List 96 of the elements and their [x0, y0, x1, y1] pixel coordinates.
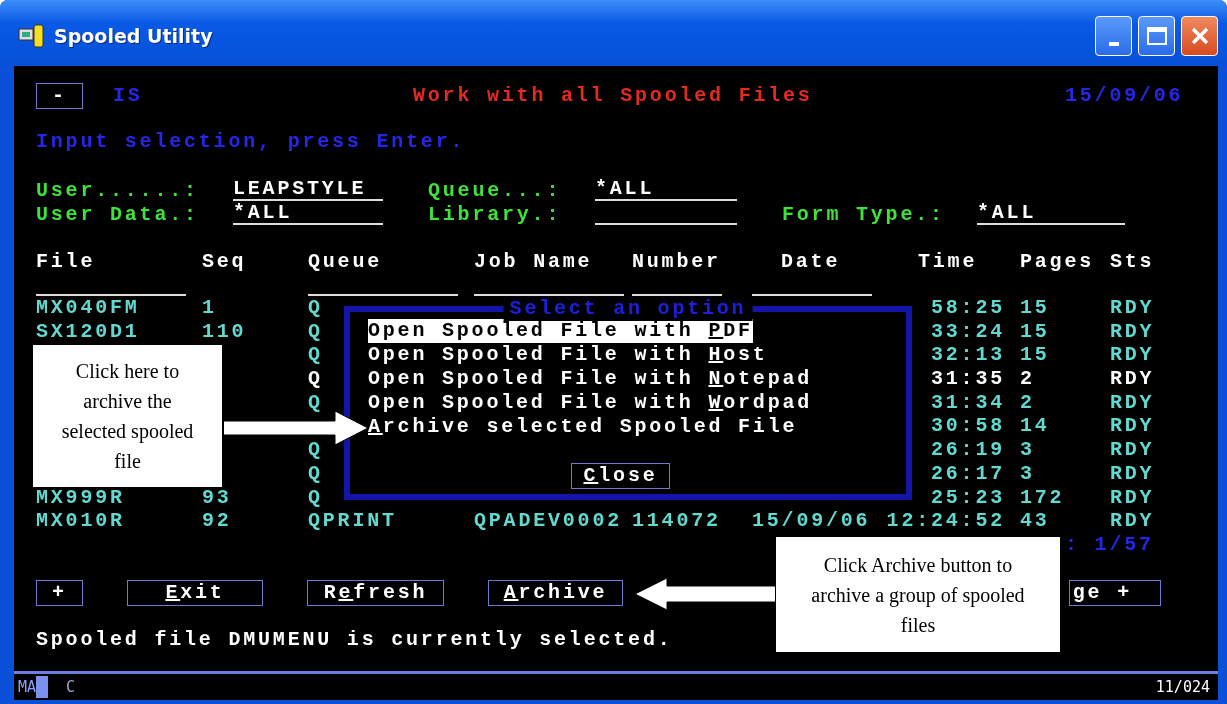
- column-header: Sts: [1110, 250, 1156, 274]
- app-icon: [18, 23, 46, 49]
- screen-title: Work with all Spooled Files: [413, 84, 814, 108]
- field-label: User......:: [36, 179, 200, 203]
- table-cell: 30:58: [931, 414, 1005, 439]
- table-cell: 26:19: [931, 438, 1005, 462]
- input-field[interactable]: *ALL: [233, 203, 383, 225]
- column-header: Number: [632, 250, 722, 274]
- callout-note: Click here to archive the selected spooled file: [32, 344, 223, 488]
- table-cell: Q: [308, 296, 323, 320]
- minimize-button[interactable]: [1095, 16, 1132, 56]
- column-header: Job Name: [474, 250, 594, 274]
- column-header: Time: [918, 250, 979, 274]
- instruction-text: Input selection, press Enter.: [36, 130, 467, 154]
- dialog-title: Select an option: [503, 297, 753, 321]
- close-button[interactable]: [1181, 16, 1218, 56]
- table-cell: RDY: [1110, 296, 1155, 320]
- function-button[interactable]: Refresh: [307, 579, 444, 606]
- maximize-button[interactable]: [1138, 16, 1175, 56]
- table-cell: Q: [308, 485, 323, 510]
- table-cell: 15/09/06: [752, 509, 871, 533]
- function-button[interactable]: Archive: [488, 579, 623, 606]
- table-cell: RDY: [1110, 319, 1155, 344]
- column-header: Date: [781, 250, 842, 274]
- table-cell: Q: [308, 367, 323, 391]
- table-cell: 172: [1020, 485, 1065, 510]
- column-header: File: [36, 250, 97, 274]
- column-header: Seq: [202, 250, 248, 274]
- expand-button[interactable]: +: [36, 579, 83, 606]
- table-cell: 31:35: [931, 367, 1005, 391]
- maximize-icon: [1145, 26, 1168, 46]
- field-label: Form Type.:: [782, 203, 946, 227]
- table-cell: 15: [1020, 296, 1050, 320]
- table-cell: 12:24:52: [886, 509, 1005, 533]
- field-label: Queue...:: [428, 179, 563, 203]
- table-cell: 2: [1020, 390, 1035, 415]
- table-cell: 1: [202, 296, 217, 320]
- table-cell: QPADEV0002: [474, 509, 623, 533]
- table-cell: 58:25: [931, 296, 1005, 320]
- callout-note: Click Archive button to archive a group of spooled files: [775, 536, 1061, 653]
- table-cell: 3: [1020, 461, 1035, 486]
- mode-indicator: MA: [18, 675, 49, 699]
- table-cell: RDY: [1110, 485, 1155, 510]
- table-cell: RDY: [1110, 390, 1155, 415]
- table-cell: 92: [202, 509, 232, 533]
- table-cell: RDY: [1110, 438, 1155, 462]
- table-cell: 14: [1020, 414, 1050, 439]
- cursor-position: 11/024: [1155, 676, 1210, 698]
- table-cell: 3: [1020, 438, 1035, 462]
- function-button[interactable]: ge +: [1069, 579, 1161, 606]
- table-cell: 33:24: [931, 319, 1005, 344]
- table-cell: 93: [202, 485, 232, 510]
- field-label: Library.:: [428, 203, 563, 227]
- table-cell: 114072: [632, 509, 721, 533]
- table-cell: MX010R: [36, 509, 125, 533]
- keyboard-indicator: C: [66, 676, 76, 698]
- table-cell: 25:23: [931, 485, 1005, 510]
- window-title: Spooled Utility: [54, 23, 213, 49]
- table-cell: Q: [308, 343, 323, 368]
- table-cell: 2: [1020, 367, 1035, 391]
- column-header: Pages: [1020, 250, 1095, 274]
- table-cell: Q: [308, 461, 323, 486]
- column-header: Queue: [308, 250, 383, 274]
- table-cell: RDY: [1110, 461, 1155, 486]
- close-icon: [1189, 26, 1210, 46]
- table-cell: RDY: [1110, 343, 1155, 368]
- table-cell: 43: [1020, 509, 1050, 533]
- screen-date: 15/09/06: [1065, 84, 1185, 108]
- field-label: User Data.:: [36, 203, 200, 227]
- table-cell: 32:13: [931, 343, 1005, 368]
- table-cell: 15: [1020, 343, 1050, 368]
- table-cell: 110: [202, 319, 247, 344]
- table-cell: Q: [308, 390, 323, 415]
- table-cell: 26:17: [931, 461, 1005, 486]
- system-name: IS: [113, 84, 144, 108]
- minimize-icon: [1108, 42, 1119, 46]
- table-cell: SX120D1: [36, 319, 140, 344]
- page-position: : 1/57: [1065, 532, 1154, 557]
- menu-option[interactable]: Open Spooled File with PDF: [368, 319, 753, 343]
- table-cell: QPRINT: [308, 509, 397, 533]
- table-cell: Q: [308, 319, 323, 344]
- table-cell: RDY: [1110, 509, 1155, 533]
- menu-button[interactable]: -: [36, 83, 83, 109]
- status-message: Spooled file DMUMENU is currently selected.: [36, 627, 674, 652]
- table-cell: MX999R: [36, 485, 125, 510]
- table-cell: MX040FM: [36, 296, 140, 320]
- table-cell: 15: [1020, 319, 1050, 344]
- table-cell: RDY: [1110, 414, 1155, 439]
- table-cell: 31:34: [931, 390, 1005, 415]
- function-button[interactable]: Exit: [127, 579, 263, 606]
- table-cell: Q: [308, 438, 323, 462]
- close-button[interactable]: C lose: [571, 463, 670, 489]
- input-field[interactable]: *ALL: [977, 203, 1125, 225]
- input-field[interactable]: *ALL: [595, 179, 737, 201]
- input-field[interactable]: LEAPSTYLE: [233, 179, 383, 201]
- table-cell: RDY: [1110, 367, 1155, 391]
